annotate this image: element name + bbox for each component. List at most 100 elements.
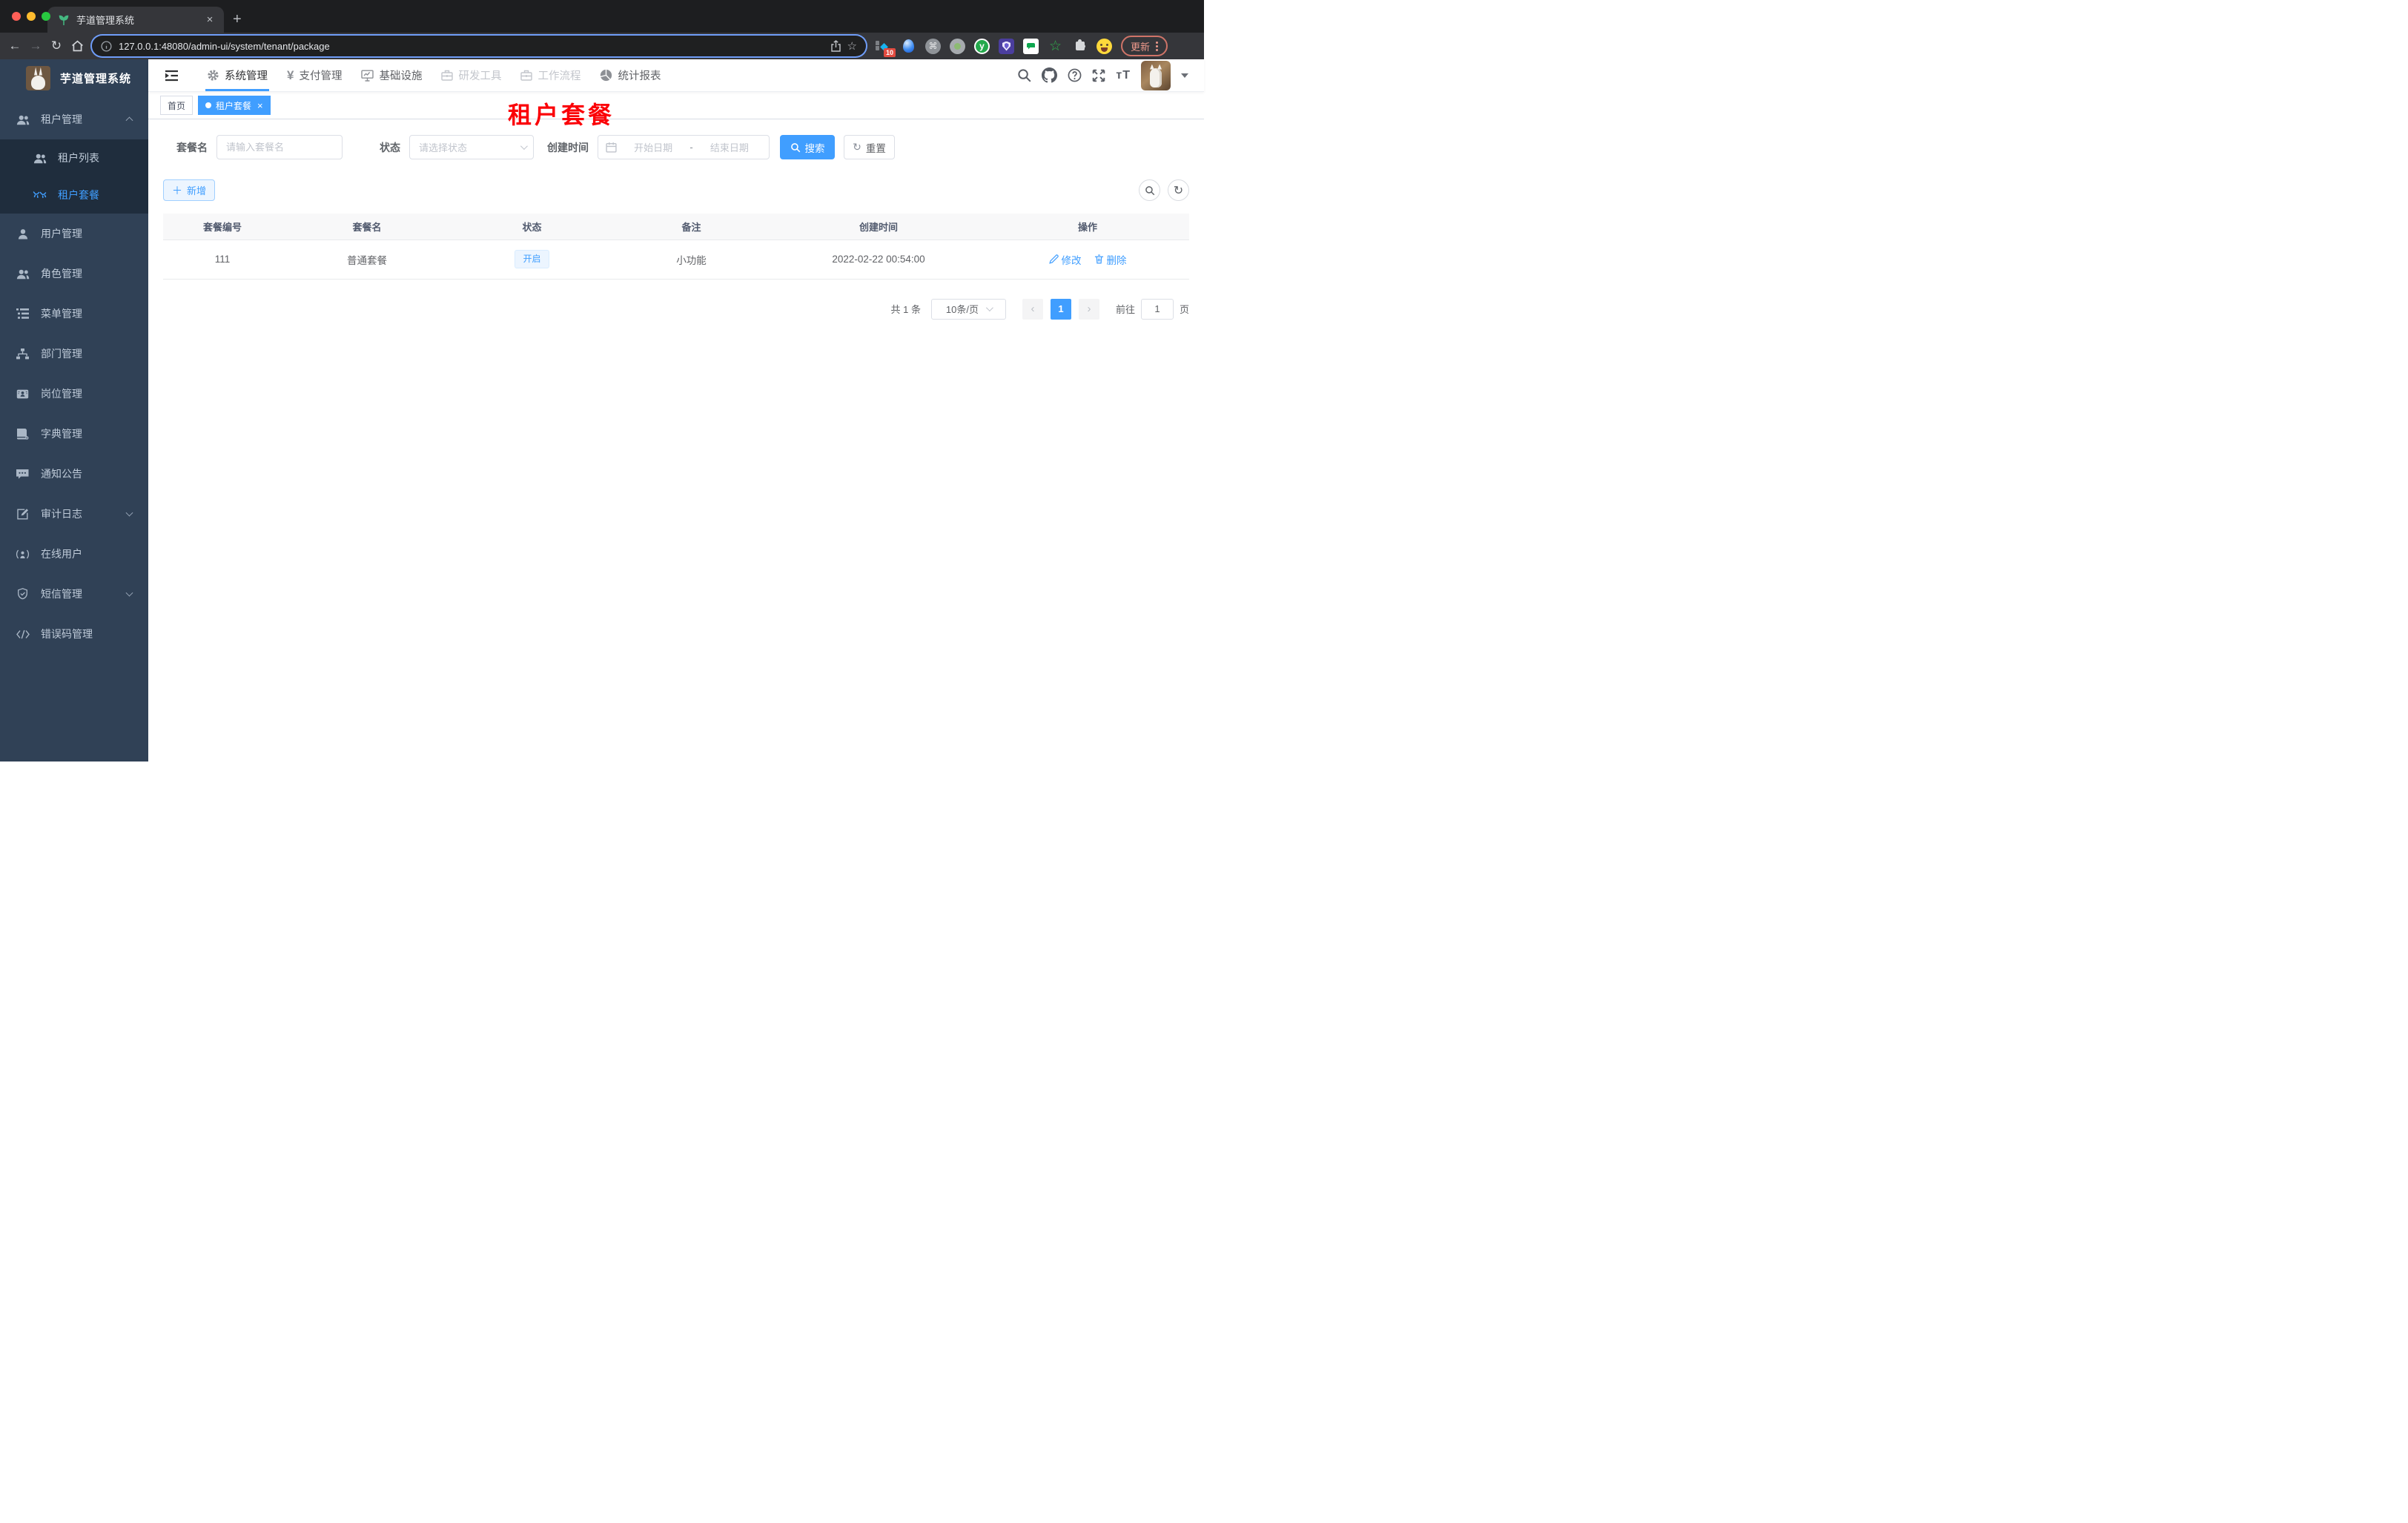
goto-page-input[interactable] (1140, 298, 1174, 320)
shield-extension-icon[interactable] (999, 38, 1014, 54)
update-label: 更新 (1131, 41, 1151, 53)
browser-menu-icon[interactable] (1156, 41, 1159, 51)
github-icon[interactable] (1042, 67, 1058, 83)
sidebar-menu-item[interactable]: 角色管理 (0, 254, 148, 294)
chevron-down-icon (520, 142, 528, 151)
sidebar-item-label: 岗位管理 (41, 388, 82, 400)
bookmark-star-icon[interactable]: ☆ (847, 39, 857, 53)
next-page-button[interactable] (1078, 298, 1099, 320)
users-icon (33, 153, 47, 164)
y-extension-icon[interactable] (974, 38, 990, 54)
tampermonkey-extension-icon[interactable]: 10 (876, 39, 896, 57)
tab-close-icon[interactable]: × (203, 13, 216, 26)
sidebar-menu-item[interactable]: 岗位管理 (0, 374, 148, 414)
page-tag[interactable]: 首页 × (160, 96, 194, 115)
page-number-1[interactable]: 1 (1050, 298, 1071, 320)
home-button[interactable] (67, 36, 87, 56)
puzzle-extension-icon[interactable] (1072, 39, 1088, 54)
page-tag[interactable]: 租户套餐 × (198, 96, 271, 115)
sidebar-menu-item[interactable]: 租户套餐 (0, 176, 148, 214)
edit-link[interactable]: 修改 (1048, 252, 1082, 267)
emoji-extension-icon[interactable] (1096, 38, 1112, 54)
menu-tree-icon (16, 308, 30, 319)
zoom-window-button[interactable] (42, 12, 50, 21)
command-extension-icon[interactable] (925, 38, 941, 54)
reset-button-label: 重置 (865, 142, 886, 154)
sidebar-menu-item[interactable]: 通知公告 (0, 454, 148, 494)
gear-icon (207, 69, 219, 82)
chat-extension-icon[interactable] (1023, 38, 1039, 54)
extension-badge: 10 (883, 47, 896, 57)
star-extension-icon[interactable] (1048, 39, 1063, 54)
page-size-select[interactable]: 10条/页 (930, 298, 1006, 320)
refresh-table-button[interactable]: ↻ (1168, 179, 1189, 201)
top-nav-label: 研发工具 (458, 70, 502, 82)
package-name-input[interactable] (216, 135, 343, 159)
record-extension-icon[interactable] (950, 38, 965, 54)
book-icon (16, 428, 30, 440)
start-date-placeholder[interactable]: 开始日期 (621, 140, 685, 154)
minimize-window-button[interactable] (27, 12, 36, 21)
sidebar-menu: 租户管理 租户列表 租户套餐 用户管理 角色管理 菜单管理 部门管理 岗位管理 … (0, 99, 148, 654)
url-bar[interactable]: 127.0.0.1:48080/admin-ui/system/tenant/p… (92, 36, 866, 56)
browser-tab[interactable]: 芋道管理系统 × (47, 7, 224, 33)
glasses-icon (33, 191, 47, 199)
site-info-icon[interactable] (101, 40, 112, 52)
top-nav-item[interactable]: ¥ 支付管理 (277, 59, 351, 91)
top-nav-label: 系统管理 (225, 70, 268, 82)
sidebar-item-label: 通知公告 (41, 468, 82, 480)
toggle-search-button[interactable] (1139, 179, 1160, 201)
new-tab-button[interactable]: + (233, 11, 242, 33)
sidebar-menu-item[interactable]: 租户列表 (0, 139, 148, 176)
sidebar-menu-item[interactable]: 审计日志 (0, 494, 148, 534)
reload-button[interactable]: ↻ (46, 36, 67, 56)
prev-page-button[interactable] (1022, 298, 1043, 320)
search-button[interactable]: 搜索 (780, 135, 835, 159)
top-nav-item[interactable]: 工作流程 (511, 59, 590, 91)
total-count: 共 1 条 (890, 304, 921, 315)
browser-update-button[interactable]: 更新 (1121, 36, 1168, 56)
top-nav-item[interactable]: 研发工具 (431, 59, 511, 91)
help-icon[interactable] (1068, 68, 1082, 82)
avatar-caret-icon[interactable] (1181, 73, 1188, 82)
table-header-cell: 备注 (612, 214, 771, 240)
sidebar-menu-item[interactable]: 短信管理 (0, 574, 148, 614)
sidebar-menu-item[interactable]: 在线用户 (0, 534, 148, 574)
top-nav-item[interactable]: 系统管理 (197, 59, 277, 91)
top-nav-label: 工作流程 (538, 70, 581, 82)
search-form: 套餐名 状态 请选择状态 创建时间 开始日期 - 结束日期 (176, 135, 1189, 159)
status-select[interactable]: 请选择状态 (409, 135, 534, 159)
search-icon[interactable] (1017, 68, 1031, 82)
fullscreen-icon[interactable] (1092, 69, 1105, 82)
end-date-placeholder[interactable]: 结束日期 (698, 140, 761, 154)
user-avatar[interactable] (1141, 60, 1171, 90)
tag-close-icon[interactable]: × (257, 100, 263, 111)
font-size-icon[interactable]: тT (1116, 69, 1131, 82)
sidebar-menu-item[interactable]: 菜单管理 (0, 294, 148, 334)
date-range-picker[interactable]: 开始日期 - 结束日期 (598, 135, 770, 159)
status-placeholder: 请选择状态 (419, 142, 468, 153)
top-nav-item[interactable]: 统计报表 (590, 59, 670, 91)
app-logo[interactable]: 芋道管理系统 (0, 59, 148, 96)
sidebar-menu-item[interactable]: 租户管理 (0, 99, 148, 139)
delete-link[interactable]: 删除 (1094, 252, 1127, 267)
add-button[interactable]: ＋ 新增 (163, 179, 215, 201)
sidebar-item-label: 租户列表 (58, 152, 99, 164)
sidebar-menu-item[interactable]: 字典管理 (0, 414, 148, 454)
sidebar-menu-item[interactable]: 错误码管理 (0, 614, 148, 654)
briefcase-icon (441, 70, 454, 81)
package-table: 套餐编号 套餐名 状态 备注 创建时间 操作 111 普通套餐 开启 小功能 2022-0… (163, 214, 1189, 280)
reset-button[interactable]: ↻ 重置 (844, 135, 895, 159)
share-icon[interactable] (830, 40, 841, 52)
top-nav-item[interactable]: 基础设施 (351, 59, 431, 91)
sidebar-menu-item[interactable]: 部门管理 (0, 334, 148, 374)
date-separator: - (689, 142, 693, 153)
sidebar-collapse-icon[interactable] (159, 63, 184, 88)
gem-extension-icon[interactable] (901, 39, 916, 54)
close-window-button[interactable] (12, 12, 21, 21)
forward-button[interactable]: → (25, 36, 46, 56)
package-name-label: 套餐名 (176, 141, 208, 153)
back-button[interactable]: ← (4, 36, 25, 56)
sidebar-menu-item[interactable]: 用户管理 (0, 214, 148, 254)
dashboard-icon (600, 69, 612, 82)
